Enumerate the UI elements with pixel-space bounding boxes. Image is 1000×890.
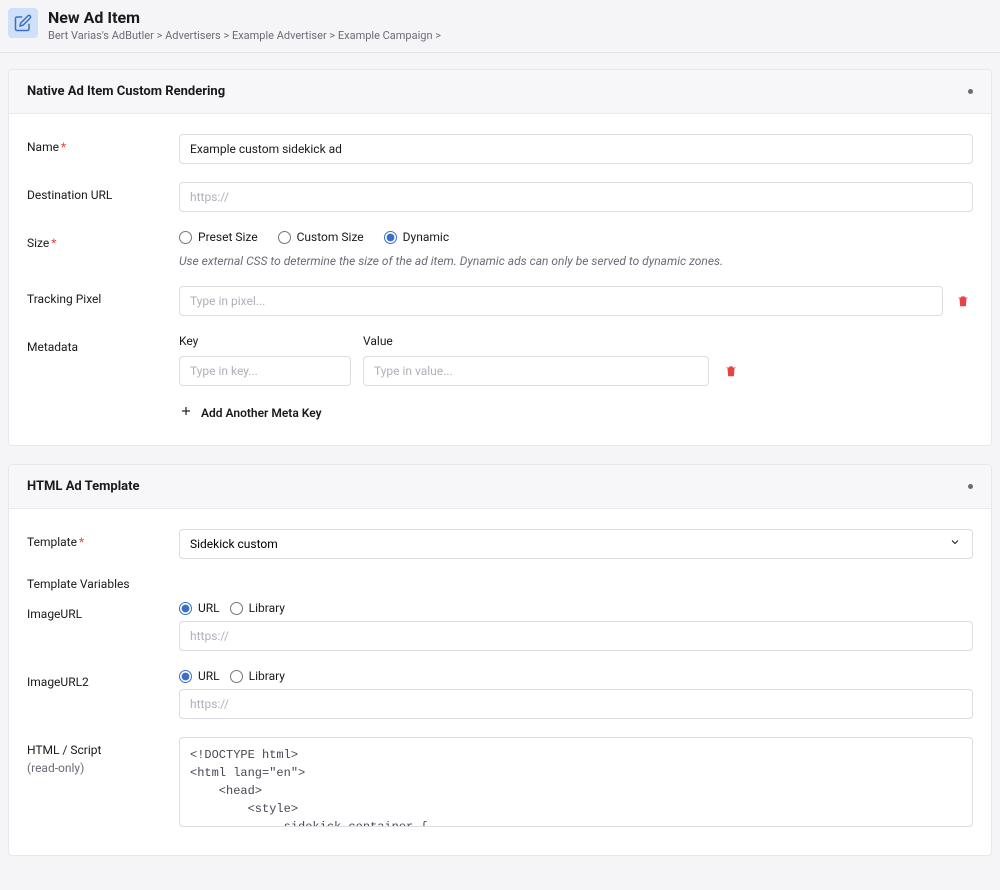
size-custom-radio[interactable]: Custom Size <box>278 230 364 244</box>
name-label: Name* <box>27 134 179 154</box>
delete-meta-button[interactable] <box>721 361 741 381</box>
page-header: New Ad Item Bert Varias's AdButler > Adv… <box>0 0 1000 53</box>
more-icon[interactable] <box>968 484 973 489</box>
breadcrumb-item[interactable]: Example Advertiser <box>232 29 327 42</box>
native-ad-section: Native Ad Item Custom Rendering Name* De… <box>8 69 992 446</box>
size-preset-radio[interactable]: Preset Size <box>179 230 258 244</box>
imageurl2-url-radio[interactable]: URL <box>179 669 220 683</box>
meta-key-input[interactable] <box>179 356 351 386</box>
meta-value-header: Value <box>363 334 709 348</box>
html-code-area <box>179 737 973 827</box>
delete-pixel-button[interactable] <box>953 291 973 311</box>
imageurl-url-radio[interactable]: URL <box>179 601 220 615</box>
html-template-section: HTML Ad Template Template* Sidekick cust… <box>8 464 992 856</box>
size-dynamic-radio[interactable]: Dynamic <box>384 230 449 244</box>
edit-icon <box>8 8 38 38</box>
breadcrumb-item[interactable]: Example Campaign <box>338 29 433 42</box>
tracking-pixel-label: Tracking Pixel <box>27 286 179 306</box>
add-meta-button[interactable]: Add Another Meta Key <box>179 404 973 421</box>
more-icon[interactable] <box>968 89 973 94</box>
metadata-label: Metadata <box>27 334 179 354</box>
section-title: Native Ad Item Custom Rendering <box>27 84 225 99</box>
size-label: Size* <box>27 230 179 250</box>
size-helper-text: Use external CSS to determine the size o… <box>179 254 973 268</box>
plus-icon <box>179 404 193 421</box>
section-title: HTML Ad Template <box>27 479 140 494</box>
page-title: New Ad Item <box>48 8 441 27</box>
template-label: Template* <box>27 529 179 549</box>
section-header[interactable]: Native Ad Item Custom Rendering <box>9 70 991 114</box>
imageurl2-label: ImageURL2 <box>27 669 179 689</box>
breadcrumb: Bert Varias's AdButler > Advertisers > E… <box>48 29 441 42</box>
imageurl-input[interactable] <box>179 621 973 651</box>
html-script-label: HTML / Script <box>27 743 179 757</box>
template-select[interactable]: Sidekick custom <box>179 529 973 559</box>
imageurl-label: ImageURL <box>27 601 179 621</box>
imageurl-library-radio[interactable]: Library <box>230 601 285 615</box>
imageurl2-library-radio[interactable]: Library <box>230 669 285 683</box>
destination-url-label: Destination URL <box>27 182 179 202</box>
section-header[interactable]: HTML Ad Template <box>9 465 991 509</box>
name-input[interactable] <box>179 134 973 164</box>
template-variables-label: Template Variables <box>27 577 973 591</box>
imageurl2-input[interactable] <box>179 689 973 719</box>
destination-url-input[interactable] <box>179 182 973 212</box>
meta-key-header: Key <box>179 334 351 348</box>
readonly-note: (read-only) <box>27 761 179 775</box>
breadcrumb-item[interactable]: Bert Varias's AdButler <box>48 29 154 42</box>
tracking-pixel-input[interactable] <box>179 286 943 316</box>
meta-value-input[interactable] <box>363 356 709 386</box>
breadcrumb-item[interactable]: Advertisers <box>165 29 221 42</box>
